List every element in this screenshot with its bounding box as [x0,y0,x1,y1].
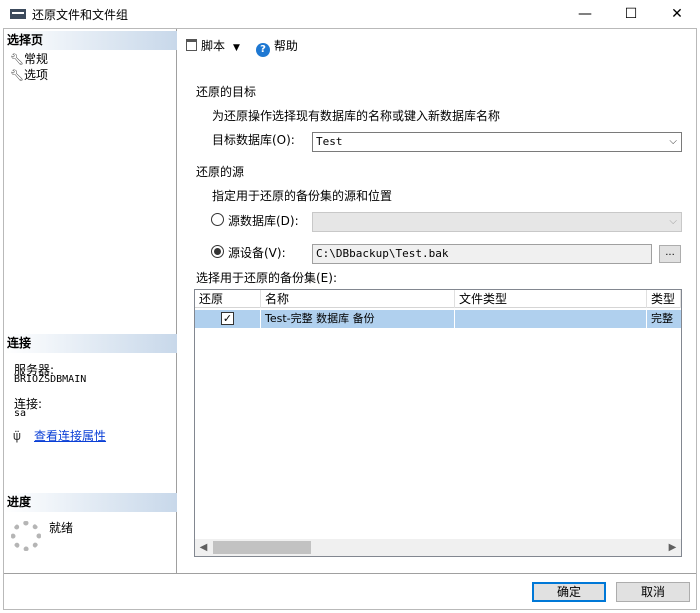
connection-value: sa [14,408,27,419]
page-item-label: 常规 [24,52,49,66]
file-type-cell [455,310,647,328]
title-bar: 还原文件和文件组 — ☐ ✕ [0,0,700,28]
maximize-button[interactable]: ☐ [608,0,654,28]
column-header-name[interactable]: 名称 [261,290,455,308]
column-header-type[interactable]: 类型 [647,290,681,308]
page-item-options[interactable]: 🔧︎选项 [10,67,48,83]
restore-cell[interactable]: ✓ [195,310,261,328]
destination-hint: 为还原操作选择现有数据库的名称或键入新数据库名称 [212,109,501,123]
type-cell: 完整 [651,312,673,325]
source-database-combobox[interactable]: ⌵ [312,212,682,232]
scroll-right-icon[interactable]: ▶ [664,539,681,556]
connection-header: 连接 [4,334,177,353]
source-database-label[interactable]: 源数据库(D): [228,212,299,229]
source-group-label: 还原的源 [196,165,245,179]
browse-button[interactable]: ... [659,245,681,263]
footer-divider [4,573,696,574]
progress-spinner-icon [11,521,41,551]
close-button[interactable]: ✕ [654,0,700,28]
backup-name-cell: Test-完整 数据库 备份 [261,310,455,328]
destination-group-label: 还原的目标 [196,85,257,99]
source-hint: 指定用于还原的备份集的源和位置 [212,189,393,203]
left-pane: 选择页 🔧︎常规 🔧︎选项 连接 服务器: BRIOZSDBMAIN 连接: s… [4,29,177,573]
table-row[interactable]: ✓ Test-完整 数据库 备份 完整 [195,310,681,328]
chevron-down-icon[interactable]: ⌵ [669,133,677,151]
script-icon [186,39,197,51]
ok-button[interactable]: 确定 [532,582,606,602]
select-page-header: 选择页 [4,31,177,50]
column-header-file-type[interactable]: 文件类型 [455,290,647,308]
target-db-value: Test [316,135,343,148]
horizontal-scrollbar[interactable]: ◀ ▶ [195,539,681,556]
window-title: 还原文件和文件组 [32,8,129,22]
scroll-left-icon[interactable]: ◀ [195,539,212,556]
target-db-combobox[interactable]: Test ⌵ [312,132,682,152]
grid-header: 还原 名称 文件类型 类型 [195,290,681,308]
help-button[interactable]: ? 帮助 [256,37,298,57]
help-label: 帮助 [273,39,298,53]
minimize-button[interactable]: — [562,0,608,28]
script-button[interactable]: 脚本 ▼ [186,37,240,54]
server-value: BRIOZSDBMAIN [14,374,87,385]
wrench-icon: 🔧︎ [10,69,24,82]
source-device-path[interactable]: C:\DBbackup\Test.bak [312,244,652,264]
source-device-radio[interactable] [211,245,224,258]
progress-status: 就绪 [49,521,74,535]
progress-header: 进度 [4,493,177,512]
page-item-general[interactable]: 🔧︎常规 [10,51,48,67]
backup-sets-label: 选择用于还原的备份集(E): [196,271,337,285]
app-icon [10,9,26,19]
help-icon: ? [256,43,270,57]
scrollbar-thumb[interactable] [213,541,311,554]
source-device-label[interactable]: 源设备(V): [228,244,286,261]
connection-properties-icon: ψ̈ [13,429,21,443]
target-db-label: 目标数据库(O): [212,133,295,147]
page-item-label: 选项 [24,68,49,82]
backup-sets-grid[interactable]: 还原 名称 文件类型 类型 ✓ Test-完整 数据库 备份 完整 ◀ ▶ [194,289,682,557]
chevron-down-icon[interactable]: ▼ [233,43,240,53]
chevron-down-icon: ⌵ [669,216,677,227]
wrench-icon: 🔧︎ [10,53,24,66]
cancel-button[interactable]: 取消 [616,582,690,602]
source-database-radio[interactable] [211,213,224,226]
script-label: 脚本 [201,39,226,53]
view-connection-properties-link[interactable]: 查看连接属性 [34,427,106,444]
restore-checkbox[interactable]: ✓ [221,312,234,325]
column-header-restore[interactable]: 还原 [195,290,261,308]
